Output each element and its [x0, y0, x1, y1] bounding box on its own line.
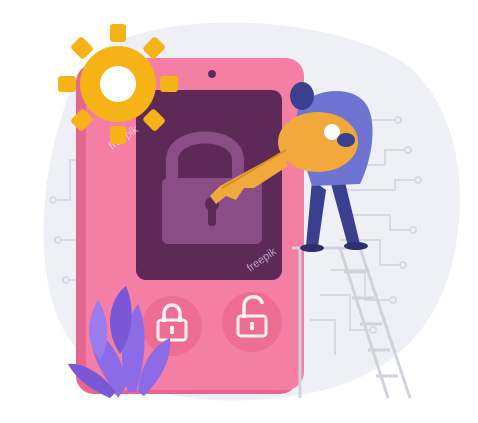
gear-icon — [58, 24, 178, 144]
lock-button[interactable] — [142, 296, 202, 356]
person-hand — [337, 133, 355, 147]
security-illustration: freepik freepik — [43, 22, 460, 401]
unlock-button[interactable] — [222, 292, 282, 352]
camera-dot — [208, 70, 216, 78]
